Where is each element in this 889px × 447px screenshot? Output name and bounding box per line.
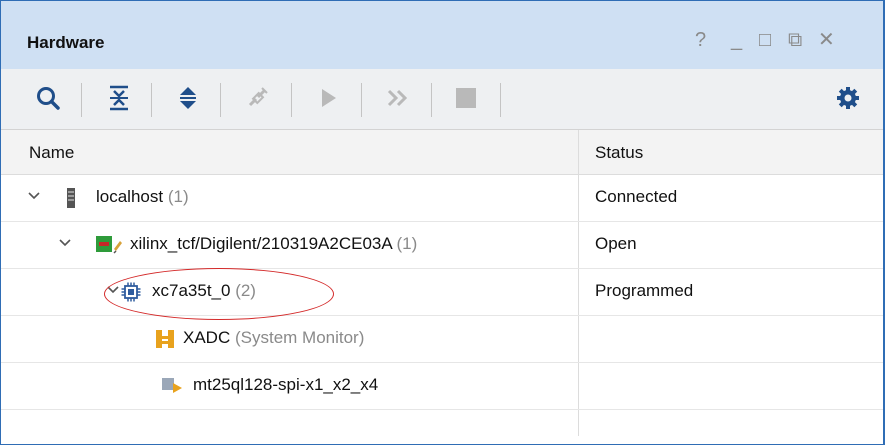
collapse-all-icon (110, 85, 128, 111)
chevron-down-icon[interactable] (58, 236, 72, 250)
run-trigger-button[interactable] (309, 79, 347, 117)
row-status: Programmed (595, 281, 694, 300)
collapse-all-button[interactable] (100, 79, 138, 117)
stop-trigger-icon (456, 88, 476, 108)
table-header: Name Status (1, 130, 883, 175)
toolbar-separator (500, 83, 501, 117)
table-row[interactable]: xilinx_tcf/Digilent/210319A2CE03A (1) Op… (1, 222, 883, 269)
auto-connect-icon (248, 87, 268, 107)
toolbar-separator (220, 83, 221, 117)
table-row[interactable]: XADC (System Monitor) (1, 316, 883, 363)
annotation-circle (104, 268, 334, 320)
column-header-name[interactable]: Name (29, 143, 74, 163)
row-label: XADC (183, 328, 231, 347)
toolbar-separator (361, 83, 362, 117)
row-subtitle: (System Monitor) (234, 328, 365, 347)
xadc-icon (156, 330, 174, 348)
auto-connect-button[interactable] (238, 79, 276, 117)
panel-title: Hardware (27, 33, 105, 52)
run-trigger-immediate-button[interactable] (379, 79, 417, 117)
table-row[interactable]: localhost (1) Connected (1, 175, 883, 222)
expand-all-button[interactable] (169, 79, 207, 117)
search-button[interactable] (29, 79, 67, 117)
table-row[interactable]: mt25ql128-spi-x1_x2_x4 (1, 363, 883, 410)
row-label: xilinx_tcf/Digilent/210319A2CE03A (130, 234, 392, 253)
server-icon (67, 188, 75, 208)
column-header-status[interactable]: Status (595, 143, 643, 163)
panel-titlebar: Hardware ? _ □ ⧉ ✕ (1, 1, 883, 69)
flash-memory-icon (162, 378, 182, 393)
row-label: mt25ql128-spi-x1_x2_x4 (193, 375, 379, 394)
gear-icon (837, 87, 859, 109)
close-button[interactable]: ✕ (818, 28, 835, 52)
stop-trigger-button[interactable] (447, 79, 485, 117)
float-button[interactable]: ⧉ (788, 28, 802, 52)
chevron-down-icon[interactable] (27, 189, 41, 203)
expand-all-icon (180, 87, 196, 109)
minimize-button[interactable]: _ (731, 28, 742, 52)
run-trigger-immediate-icon (387, 89, 408, 107)
toolbar-separator (431, 83, 432, 117)
toolbar-separator (81, 83, 82, 117)
row-count: (1) (167, 187, 189, 206)
toolbar-separator (291, 83, 292, 117)
settings-button[interactable] (829, 79, 867, 117)
row-status: Connected (595, 187, 678, 206)
toolbar-separator (151, 83, 152, 117)
help-button[interactable]: ? (695, 28, 706, 52)
row-label: localhost (96, 187, 164, 206)
toolbar (1, 69, 883, 130)
row-count: (1) (396, 234, 418, 253)
maximize-button[interactable]: □ (759, 28, 771, 52)
row-status: Open (595, 234, 637, 253)
search-icon (37, 87, 60, 110)
jtag-cable-icon (96, 236, 122, 254)
hardware-panel: Hardware ? _ □ ⧉ ✕ Name Status localhost… (0, 0, 885, 445)
run-trigger-icon (322, 89, 336, 107)
